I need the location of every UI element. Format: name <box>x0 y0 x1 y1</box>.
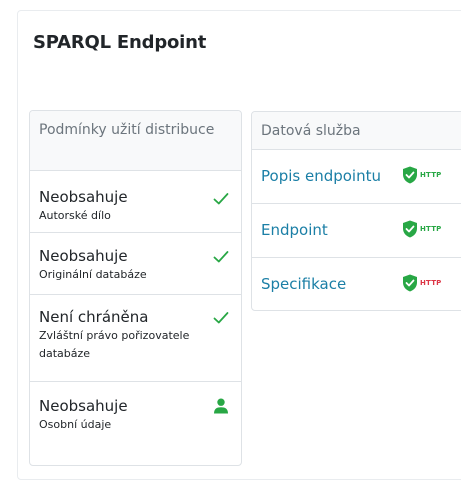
check-icon <box>213 310 229 329</box>
endpoint-description-link[interactable]: Popis endpointu <box>261 167 381 185</box>
condition-title: Neobsahuje <box>39 397 128 415</box>
data-service-header: Datová služba <box>252 112 461 150</box>
person-icon <box>214 398 228 418</box>
shield-check-icon <box>403 220 417 238</box>
condition-item-original-database: Neobsahuje Originální databáze <box>30 233 241 295</box>
data-service-card: Datová služba Popis endpointu HTTP Endpo… <box>251 111 461 311</box>
check-icon <box>213 249 229 268</box>
condition-item-author-work: Neobsahuje Autorské dílo <box>30 171 241 233</box>
service-row-description: Popis endpointu HTTP <box>252 150 461 204</box>
conditions-card: Podmínky užití distribuce Neobsahuje Aut… <box>29 110 242 466</box>
service-row-endpoint: Endpoint HTTP <box>252 204 461 258</box>
condition-title: Neobsahuje <box>39 247 128 265</box>
condition-title: Neobsahuje <box>39 188 128 206</box>
http-badge: HTTP <box>402 166 442 184</box>
condition-item-personal-data: Neobsahuje Osobní údaje <box>30 382 241 462</box>
specification-link[interactable]: Specifikace <box>261 275 346 293</box>
endpoint-link[interactable]: Endpoint <box>261 221 328 239</box>
condition-subtitle: Osobní údaje <box>39 418 112 431</box>
service-row-specification: Specifikace HTTP <box>252 258 461 312</box>
http-label: HTTP <box>420 225 442 233</box>
http-badge: HTTP <box>402 274 442 292</box>
shield-check-icon <box>403 166 417 184</box>
shield-check-icon <box>403 274 417 292</box>
condition-subtitle: Zvláštní právo pořizovatele databáze <box>39 329 190 360</box>
http-badge: HTTP <box>402 220 442 238</box>
check-icon <box>213 191 229 210</box>
condition-item-special-right: Není chráněna Zvláštní právo pořizovatel… <box>30 295 241 382</box>
page-title: SPARQL Endpoint <box>33 32 207 53</box>
http-label: HTTP <box>420 171 442 179</box>
condition-subtitle: Autorské dílo <box>39 209 111 222</box>
condition-title: Není chráněna <box>39 308 149 326</box>
http-label: HTTP <box>420 279 442 287</box>
conditions-header: Podmínky užití distribuce <box>30 111 241 171</box>
condition-subtitle: Originální databáze <box>39 268 147 281</box>
